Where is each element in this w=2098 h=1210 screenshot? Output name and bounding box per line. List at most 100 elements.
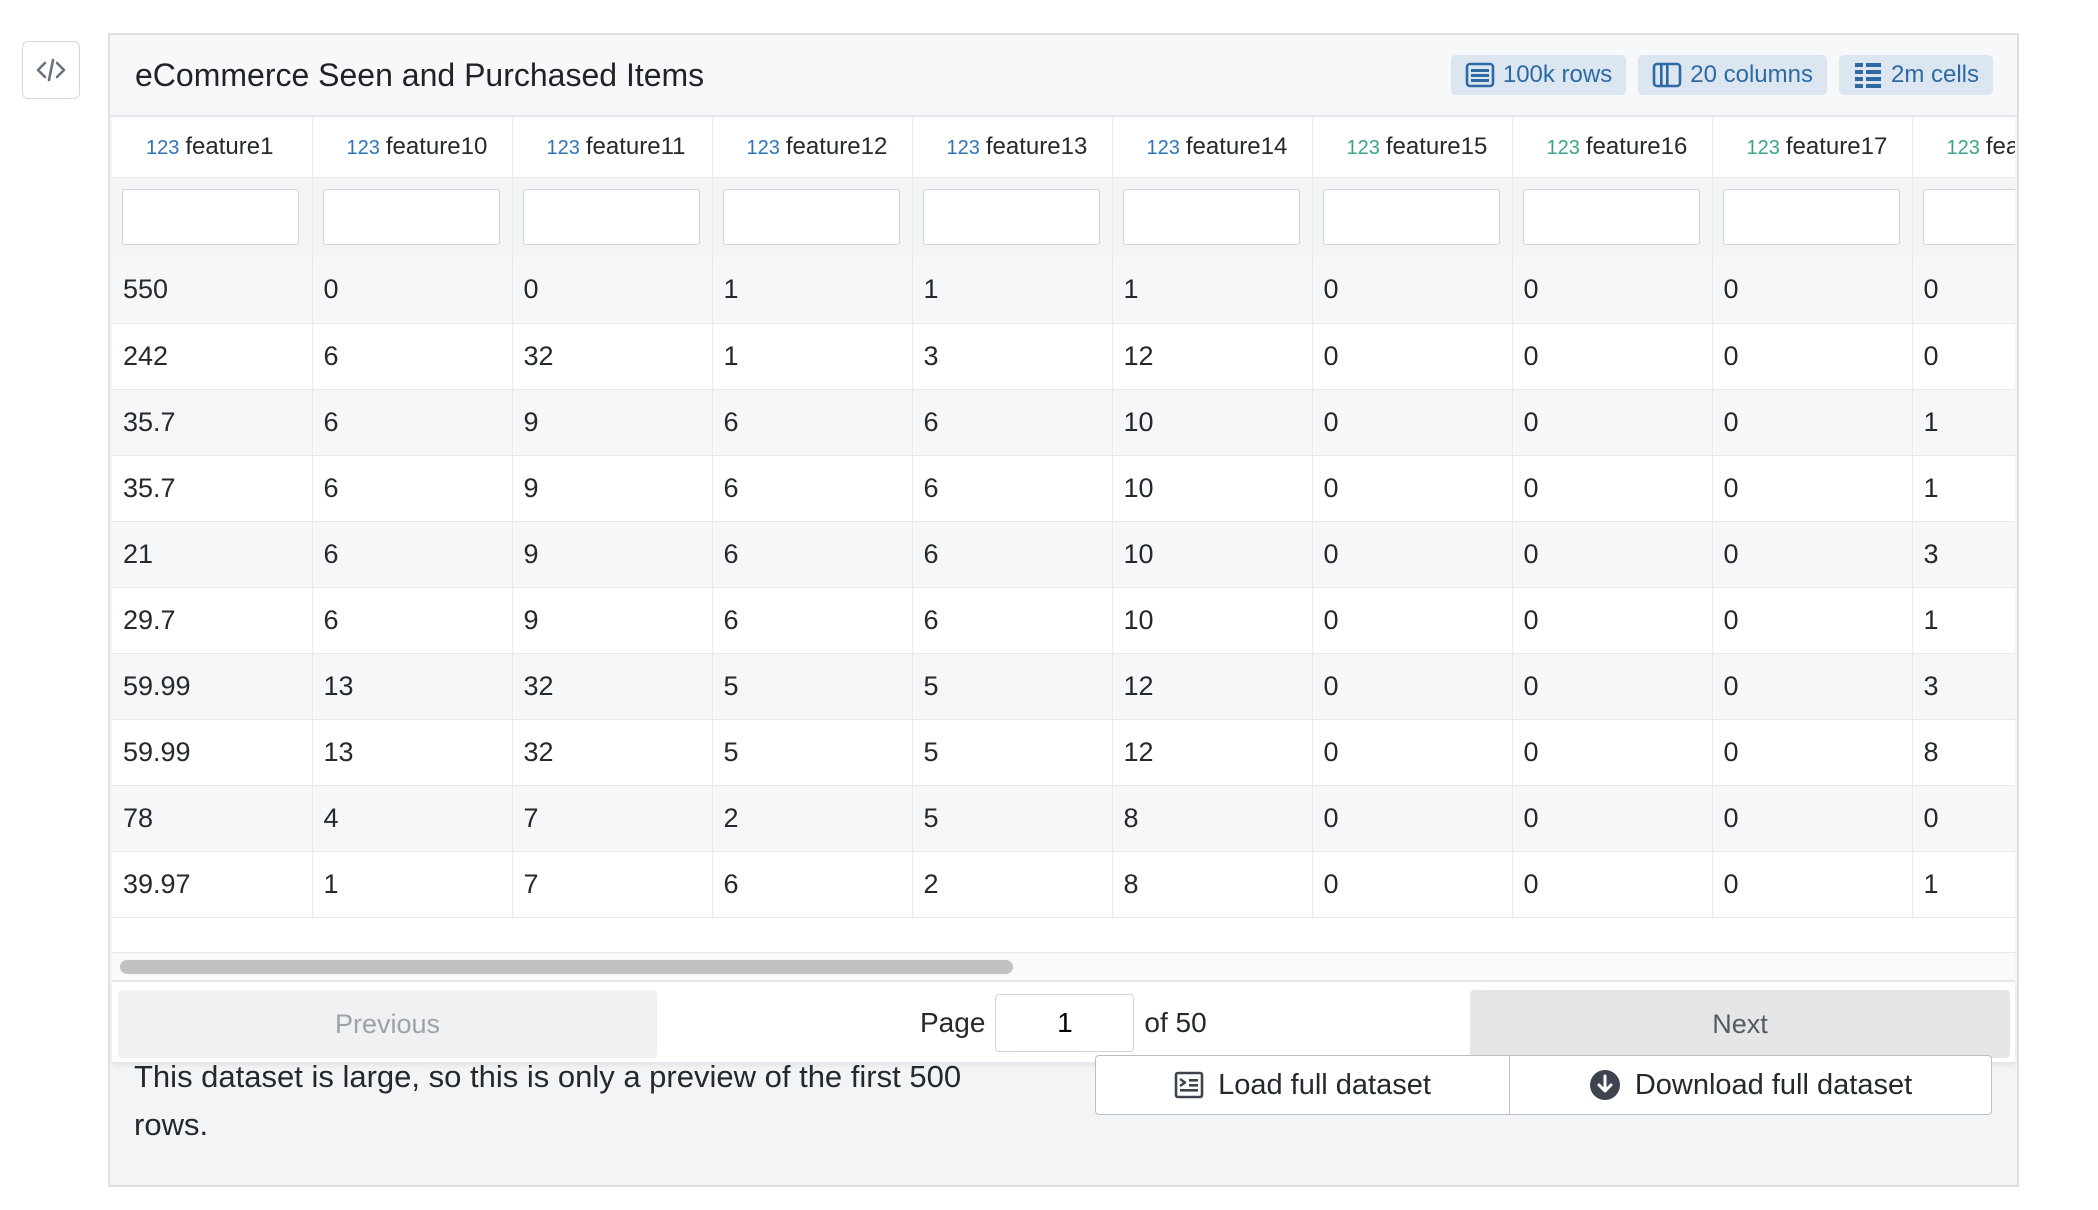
table-cell: 6 xyxy=(712,587,913,654)
column-name: feature14 xyxy=(1185,132,1288,160)
horizontal-scrollbar[interactable] xyxy=(112,952,2015,981)
load-full-dataset-button[interactable]: Load full dataset xyxy=(1095,1055,1510,1115)
column-name: feature13 xyxy=(985,132,1088,160)
table-cell: 1 xyxy=(1112,257,1313,324)
numeric-type-icon: 123 xyxy=(1946,136,1980,159)
download-full-dataset-label: Download full dataset xyxy=(1634,1068,1913,1101)
table-cell: 6 xyxy=(312,323,513,390)
numeric-type-icon: 123 xyxy=(146,136,180,159)
table-cell: 6 xyxy=(912,587,1113,654)
column-header[interactable]: 123 feature14 xyxy=(1112,117,1313,178)
column-header[interactable]: 123 feature15 xyxy=(1312,117,1513,178)
column-filter-input[interactable] xyxy=(722,189,900,246)
table-cell: 0 xyxy=(1712,257,1913,324)
dataset-preview-panel: eCommerce Seen and Purchased Items 100k … xyxy=(108,33,2019,1187)
column-name: feature15 xyxy=(1385,132,1488,160)
table-cell: 0 xyxy=(1312,719,1513,786)
table-row: 39.97 1 7 6 2 8 0 0 0 1 xyxy=(112,851,2015,918)
table-cell: 10 xyxy=(1112,389,1313,456)
column-filter-input[interactable] xyxy=(322,189,500,246)
table-cell: 32 xyxy=(512,719,713,786)
column-filter-cell xyxy=(1512,177,1713,257)
table-cell: 7 xyxy=(512,785,713,852)
table-cell: 0 xyxy=(1312,587,1513,654)
column-name: feature16 xyxy=(1585,132,1688,160)
table-cell: 9 xyxy=(512,389,713,456)
table-cell: 0 xyxy=(1712,587,1913,654)
table-cell: 0 xyxy=(1312,851,1513,918)
column-filter-input[interactable] xyxy=(1922,189,2015,246)
table-cell: 12 xyxy=(1112,653,1313,720)
numeric-type-icon: 123 xyxy=(1746,136,1780,159)
column-header[interactable]: 123 feature16 xyxy=(1512,117,1713,178)
preview-notice: This dataset is large, so this is only a… xyxy=(134,1059,962,1142)
table-cell: 0 xyxy=(1512,257,1713,324)
table-cell: 1 xyxy=(1912,389,2015,456)
column-filter-input[interactable] xyxy=(922,189,1100,246)
table-cell: 1 xyxy=(712,323,913,390)
column-filter-input[interactable] xyxy=(122,189,299,246)
panel-header: eCommerce Seen and Purchased Items 100k … xyxy=(110,35,2017,117)
table-cell: 59.99 xyxy=(112,653,313,720)
numeric-type-icon: 123 xyxy=(746,136,780,159)
column-filter-input[interactable] xyxy=(1122,189,1300,246)
table-cell: 8 xyxy=(1112,851,1313,918)
table-cell: 6 xyxy=(912,455,1113,522)
table-row: 242 6 32 1 3 12 0 0 0 0 xyxy=(112,323,2015,390)
table-cell: 0 xyxy=(1312,323,1513,390)
table-cell: 7 xyxy=(512,851,713,918)
column-filter-input[interactable] xyxy=(1322,189,1500,246)
column-filter-input[interactable] xyxy=(1522,189,1700,246)
column-header[interactable]: 123 feature1 xyxy=(112,117,313,178)
table-cell: 6 xyxy=(712,521,913,588)
page-number-input[interactable] xyxy=(995,994,1135,1052)
table-cell: 8 xyxy=(1912,719,2015,786)
dataset-actions: Load full dataset Download full dataset xyxy=(1095,1055,1992,1115)
table-row: 35.7 6 9 6 6 10 0 0 0 1 xyxy=(112,389,2015,456)
column-filter-cell xyxy=(1712,177,1913,257)
cells-badge-label: 2m cells xyxy=(1890,61,1979,88)
column-filter-input[interactable] xyxy=(522,189,700,246)
table-cell: 0 xyxy=(1512,323,1713,390)
table-row: 550 0 0 1 1 1 0 0 0 0 xyxy=(112,257,2015,324)
table-cell: 0 xyxy=(1312,389,1513,456)
pagination-bar: Previous Page of 50 Next xyxy=(112,980,2015,1064)
column-header[interactable]: 123 feature13 xyxy=(912,117,1113,178)
numeric-type-icon: 123 xyxy=(1546,136,1580,159)
table-cell: 1 xyxy=(912,257,1113,324)
column-header[interactable]: 123 feature10 xyxy=(312,117,513,178)
rows-badge-label: 100k rows xyxy=(1502,61,1613,88)
column-filter-input[interactable] xyxy=(1722,189,1900,246)
table-cell: 0 xyxy=(1912,257,2015,324)
table-cell: 0 xyxy=(1512,587,1713,654)
column-header[interactable]: 123 feature17 xyxy=(1712,117,1913,178)
table-cell: 10 xyxy=(1112,455,1313,522)
table-cell: 5 xyxy=(912,719,1113,786)
table-cell: 0 xyxy=(1512,521,1713,588)
dataset-title: eCommerce Seen and Purchased Items xyxy=(135,57,705,93)
table-cell: 10 xyxy=(1112,587,1313,654)
table-cell: 0 xyxy=(1312,785,1513,852)
column-header[interactable]: 123fea xyxy=(1912,117,2015,178)
column-filter-cell xyxy=(1112,177,1313,257)
table-cell: 3 xyxy=(912,323,1113,390)
previous-page-button[interactable]: Previous xyxy=(118,990,657,1058)
table-cell: 0 xyxy=(1312,521,1513,588)
column-filter-cell xyxy=(312,177,513,257)
column-header[interactable]: 123 feature12 xyxy=(712,117,913,178)
table-cell: 6 xyxy=(712,851,913,918)
numeric-type-icon: 123 xyxy=(1146,136,1180,159)
next-page-button[interactable]: Next xyxy=(1470,990,2010,1058)
table-cell: 8 xyxy=(1112,785,1313,852)
scrollbar-thumb[interactable] xyxy=(120,960,1013,974)
load-dataset-icon xyxy=(1174,1071,1204,1099)
table-cell: 35.7 xyxy=(112,455,313,522)
columns-badge: 20 columns xyxy=(1638,55,1827,95)
code-toggle-button[interactable] xyxy=(22,41,80,99)
download-full-dataset-button[interactable]: Download full dataset xyxy=(1510,1055,1992,1115)
table-cell: 6 xyxy=(712,455,913,522)
data-grid[interactable]: 123 feature1 123 feature10 123 feature11 123 fe… xyxy=(112,117,2015,980)
table-cell: 0 xyxy=(512,257,713,324)
column-header[interactable]: 123 feature11 xyxy=(512,117,713,178)
columns-icon xyxy=(1652,62,1682,88)
